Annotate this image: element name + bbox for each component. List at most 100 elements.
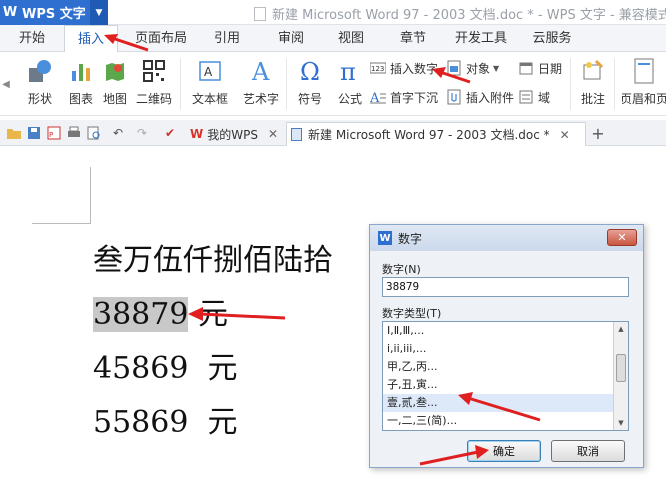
textbox-button[interactable]: A 文本框 [186, 56, 234, 112]
insert-attachment-label: 插入附件 [466, 90, 515, 105]
drop-cap-icon: A [370, 89, 386, 105]
scroll-up-icon[interactable]: ▲ [614, 322, 628, 336]
object-icon [446, 60, 462, 76]
comment-button[interactable]: 批注 [576, 56, 610, 112]
chevron-down-icon[interactable]: ▼ [90, 0, 108, 25]
shapes-button[interactable]: 形状 [22, 56, 58, 112]
qrcode-button[interactable]: 二维码 [134, 56, 174, 112]
drop-cap-label: 首字下沉 [390, 90, 439, 105]
textbox-label: 文本框 [191, 92, 228, 106]
redo-icon[interactable]: ↷ [134, 125, 150, 141]
tab-insert[interactable]: 插入 [64, 25, 118, 53]
scrollbar-thumb[interactable] [616, 354, 626, 382]
save-icon[interactable] [26, 125, 42, 141]
dialog-title: 数字 [398, 231, 423, 246]
map-label: 地图 [102, 92, 127, 106]
tab-review[interactable]: 审阅 [264, 25, 318, 52]
document-line-2[interactable]: 38879 元 [93, 289, 228, 333]
insert-attachment-button[interactable]: 插入附件 [446, 87, 514, 107]
field-icon [518, 89, 534, 105]
tab-current-document-label: 新建 Microsoft Word 97 - 2003 文档.doc * [308, 128, 550, 142]
date-button[interactable]: 日期 [518, 58, 562, 78]
number-123-icon: 123 [370, 60, 386, 76]
pin-icon[interactable]: ✔ [162, 125, 178, 141]
close-icon[interactable]: ✕ [268, 127, 278, 141]
calendar-icon [518, 60, 534, 76]
open-folder-icon[interactable] [6, 125, 22, 141]
svg-text:A: A [370, 91, 380, 104]
wordart-button[interactable]: A 艺术字 [240, 56, 282, 112]
app-name: WPS 文字 [22, 7, 86, 22]
svg-text:A: A [251, 58, 270, 84]
list-item[interactable]: Ⅰ,Ⅱ,Ⅲ,... [383, 322, 628, 340]
list-item-selected[interactable]: 壹,贰,叁... [383, 394, 628, 412]
map-button[interactable]: 地图 [100, 56, 130, 112]
quick-access-bar: P ↶ ↷ ✔ W 我的WPS ✕ 新建 Microsoft Word 97 -… [0, 120, 666, 146]
tab-section[interactable]: 章节 [386, 25, 440, 52]
unit-text: 元 [188, 297, 228, 332]
tab-current-document[interactable]: 新建 Microsoft Word 97 - 2003 文档.doc * ✕ [286, 122, 586, 146]
pdf-icon[interactable]: P [46, 125, 62, 141]
object-label: 对象 [466, 61, 491, 76]
scroll-down-icon[interactable]: ▼ [614, 416, 628, 430]
formula-label: 公式 [337, 92, 362, 106]
undo-icon[interactable]: ↶ [110, 125, 126, 141]
document-line-4[interactable]: 55869 元 [93, 397, 238, 441]
tab-references[interactable]: 引用 [200, 25, 254, 52]
qrcode-icon [143, 56, 165, 86]
chevron-down-icon: ▼ [493, 63, 500, 73]
list-item[interactable]: 子,丑,寅... [383, 376, 628, 394]
close-icon[interactable]: ✕ [560, 128, 570, 142]
wordart-label: 艺术字 [242, 92, 279, 106]
symbol-button[interactable]: Ω 符号 [292, 56, 328, 112]
omega-icon: Ω [298, 56, 322, 86]
object-button[interactable]: 对象 ▼ [446, 58, 499, 78]
tab-page-layout[interactable]: 页面布局 [128, 25, 194, 52]
header-footer-button[interactable]: 页眉和页 [622, 56, 666, 112]
print-icon[interactable] [66, 125, 82, 141]
list-item[interactable]: 一,二,三(简)... [383, 412, 628, 430]
close-icon: ✕ [617, 231, 627, 244]
drop-cap-button[interactable]: A 首字下沉 [370, 87, 438, 107]
new-tab-plus-icon[interactable]: + [590, 124, 606, 143]
wordart-icon: A [249, 56, 273, 86]
dialog-title-bar[interactable]: W 数字 [370, 225, 643, 251]
chart-label: 图表 [68, 92, 93, 106]
formula-button[interactable]: π 公式 [334, 56, 366, 112]
dialog-close-button[interactable]: ✕ [607, 229, 637, 246]
ribbon-divider [180, 58, 181, 110]
comment-label: 批注 [580, 92, 605, 106]
document-line-1[interactable]: 叁万伍仟捌佰陆拾 [93, 235, 333, 279]
menu-bar: 开始 插入 页面布局 引用 审阅 视图 章节 开发工具 云服务 [0, 25, 666, 53]
selected-number[interactable]: 38879 [93, 297, 189, 332]
tab-view[interactable]: 视图 [324, 25, 378, 52]
number-field[interactable]: 38879 [382, 277, 629, 297]
ok-button[interactable]: 确定 [467, 440, 541, 462]
insert-number-button[interactable]: 123 插入数字 [370, 58, 438, 78]
number-dialog: W 数字 ✕ 数字(N) 38879 数字类型(T) Ⅰ,Ⅱ,Ⅲ,... i,i… [369, 224, 644, 468]
tab-cloud[interactable]: 云服务 [522, 25, 582, 52]
wps-logo-icon: W [378, 231, 392, 245]
list-item[interactable]: i,ii,iii,... [383, 340, 628, 358]
field-label: 域 [538, 90, 551, 105]
list-item[interactable]: 甲,乙,丙... [383, 358, 628, 376]
cancel-button[interactable]: 取消 [551, 440, 625, 462]
svg-text:P: P [49, 131, 53, 139]
app-menu-button[interactable]: W WPS 文字 ▼ [0, 0, 108, 25]
list-scrollbar[interactable]: ▲ ▼ [613, 322, 628, 430]
tab-my-wps[interactable]: W 我的WPS ✕ [186, 122, 284, 146]
number-type-list[interactable]: Ⅰ,Ⅱ,Ⅲ,... i,ii,iii,... 甲,乙,丙... 子,丑,寅...… [382, 321, 629, 431]
document-line-3[interactable]: 45869 元 [93, 343, 238, 387]
symbol-label: 符号 [297, 92, 322, 106]
header-footer-label: 页眉和页 [622, 92, 666, 106]
print-preview-icon[interactable] [86, 125, 102, 141]
wps-w-icon: W [190, 127, 204, 141]
chart-icon [69, 56, 93, 86]
svg-text:π: π [340, 58, 356, 84]
chart-button[interactable]: 图表 [66, 56, 96, 112]
tab-home[interactable]: 开始 [6, 25, 58, 52]
header-footer-icon [633, 56, 655, 86]
field-button[interactable]: 域 [518, 87, 550, 107]
tab-developer[interactable]: 开发工具 [448, 25, 514, 52]
ribbon-scroll-left-icon[interactable]: ◀ [0, 52, 12, 116]
